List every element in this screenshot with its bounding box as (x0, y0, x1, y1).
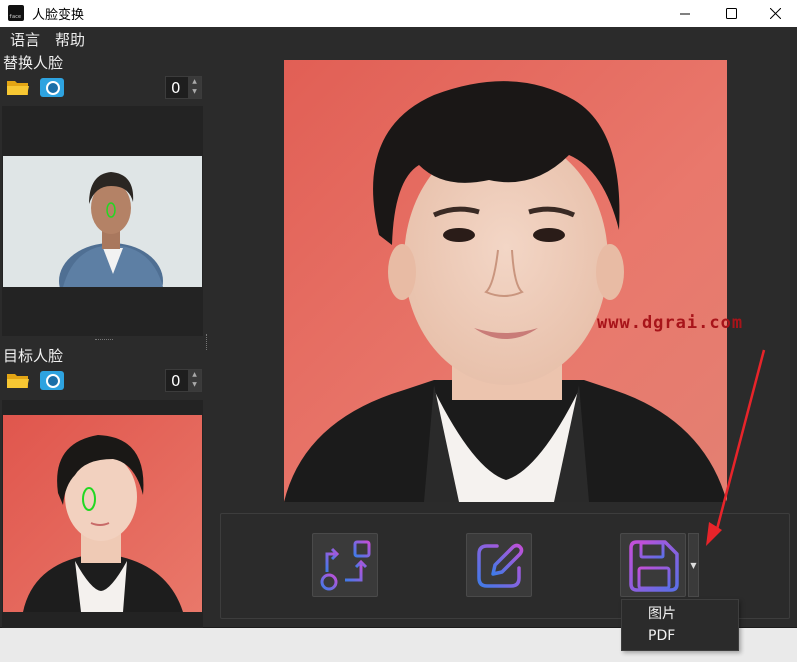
app-icon: face (8, 5, 24, 21)
swap-button[interactable] (312, 533, 378, 597)
maximize-button[interactable] (708, 0, 754, 27)
menu-help[interactable]: 帮助 (55, 29, 85, 50)
save-button[interactable] (620, 533, 686, 597)
save-menu-item-pdf[interactable]: PDF (648, 628, 675, 644)
vertical-splitter[interactable] (206, 334, 210, 350)
app-window: face 人脸变换 语言 帮助 替换人脸 0 ▲ ▼ 目标人脸 0 ▲ ▼ ww… (0, 0, 797, 628)
save-icon (629, 540, 679, 592)
target-photo-image (3, 415, 202, 612)
close-button[interactable] (752, 0, 797, 27)
spin-up-icon[interactable]: ▲ (188, 370, 201, 380)
horizontal-splitter[interactable] (95, 339, 113, 343)
spin-arrows[interactable]: ▲ ▼ (188, 370, 201, 391)
source-image-panel (2, 106, 203, 336)
source-photo (3, 156, 202, 287)
source-face-title: 替换人脸 (3, 54, 64, 72)
target-photo (3, 415, 202, 612)
source-photo-image (3, 156, 202, 287)
camera-icon[interactable] (40, 78, 64, 97)
folder-icon[interactable] (6, 78, 30, 97)
target-face-title: 目标人脸 (3, 347, 64, 365)
minimize-button[interactable] (662, 0, 708, 27)
swap-icon (320, 540, 371, 591)
edit-icon (477, 543, 524, 588)
save-menu: 图片 PDF (621, 599, 739, 651)
result-photo-image (284, 60, 727, 502)
folder-icon[interactable] (6, 371, 30, 390)
target-count-value: 0 (171, 372, 181, 390)
source-count-spinbox[interactable]: 0 ▲ ▼ (165, 76, 202, 99)
maximize-icon (725, 8, 737, 19)
save-menu-item-image[interactable]: 图片 (648, 603, 676, 623)
source-count-value: 0 (171, 79, 181, 97)
save-dropdown-button[interactable]: ▼ (688, 533, 699, 597)
watermark-text: www.dgrai.com (597, 313, 744, 333)
spin-up-icon[interactable]: ▲ (188, 77, 201, 87)
left-panel: 替换人脸 0 ▲ ▼ 目标人脸 0 ▲ ▼ (0, 50, 206, 628)
spin-down-icon[interactable]: ▼ (188, 87, 201, 97)
spin-arrows[interactable]: ▲ ▼ (188, 77, 201, 98)
target-image-panel (2, 400, 203, 628)
chevron-down-icon: ▼ (690, 561, 697, 570)
window-title: 人脸变换 (32, 8, 85, 23)
close-icon (769, 8, 781, 19)
result-photo (284, 60, 727, 502)
menu-bar: 语言 帮助 (0, 28, 797, 50)
menu-language[interactable]: 语言 (10, 29, 40, 50)
target-count-spinbox[interactable]: 0 ▲ ▼ (165, 369, 202, 392)
minimize-icon (679, 13, 690, 15)
edit-button[interactable] (466, 533, 532, 597)
app-icon-label: face (9, 14, 22, 20)
spin-down-icon[interactable]: ▼ (188, 380, 201, 390)
title-bar: face 人脸变换 (0, 0, 797, 27)
camera-icon[interactable] (40, 371, 64, 390)
